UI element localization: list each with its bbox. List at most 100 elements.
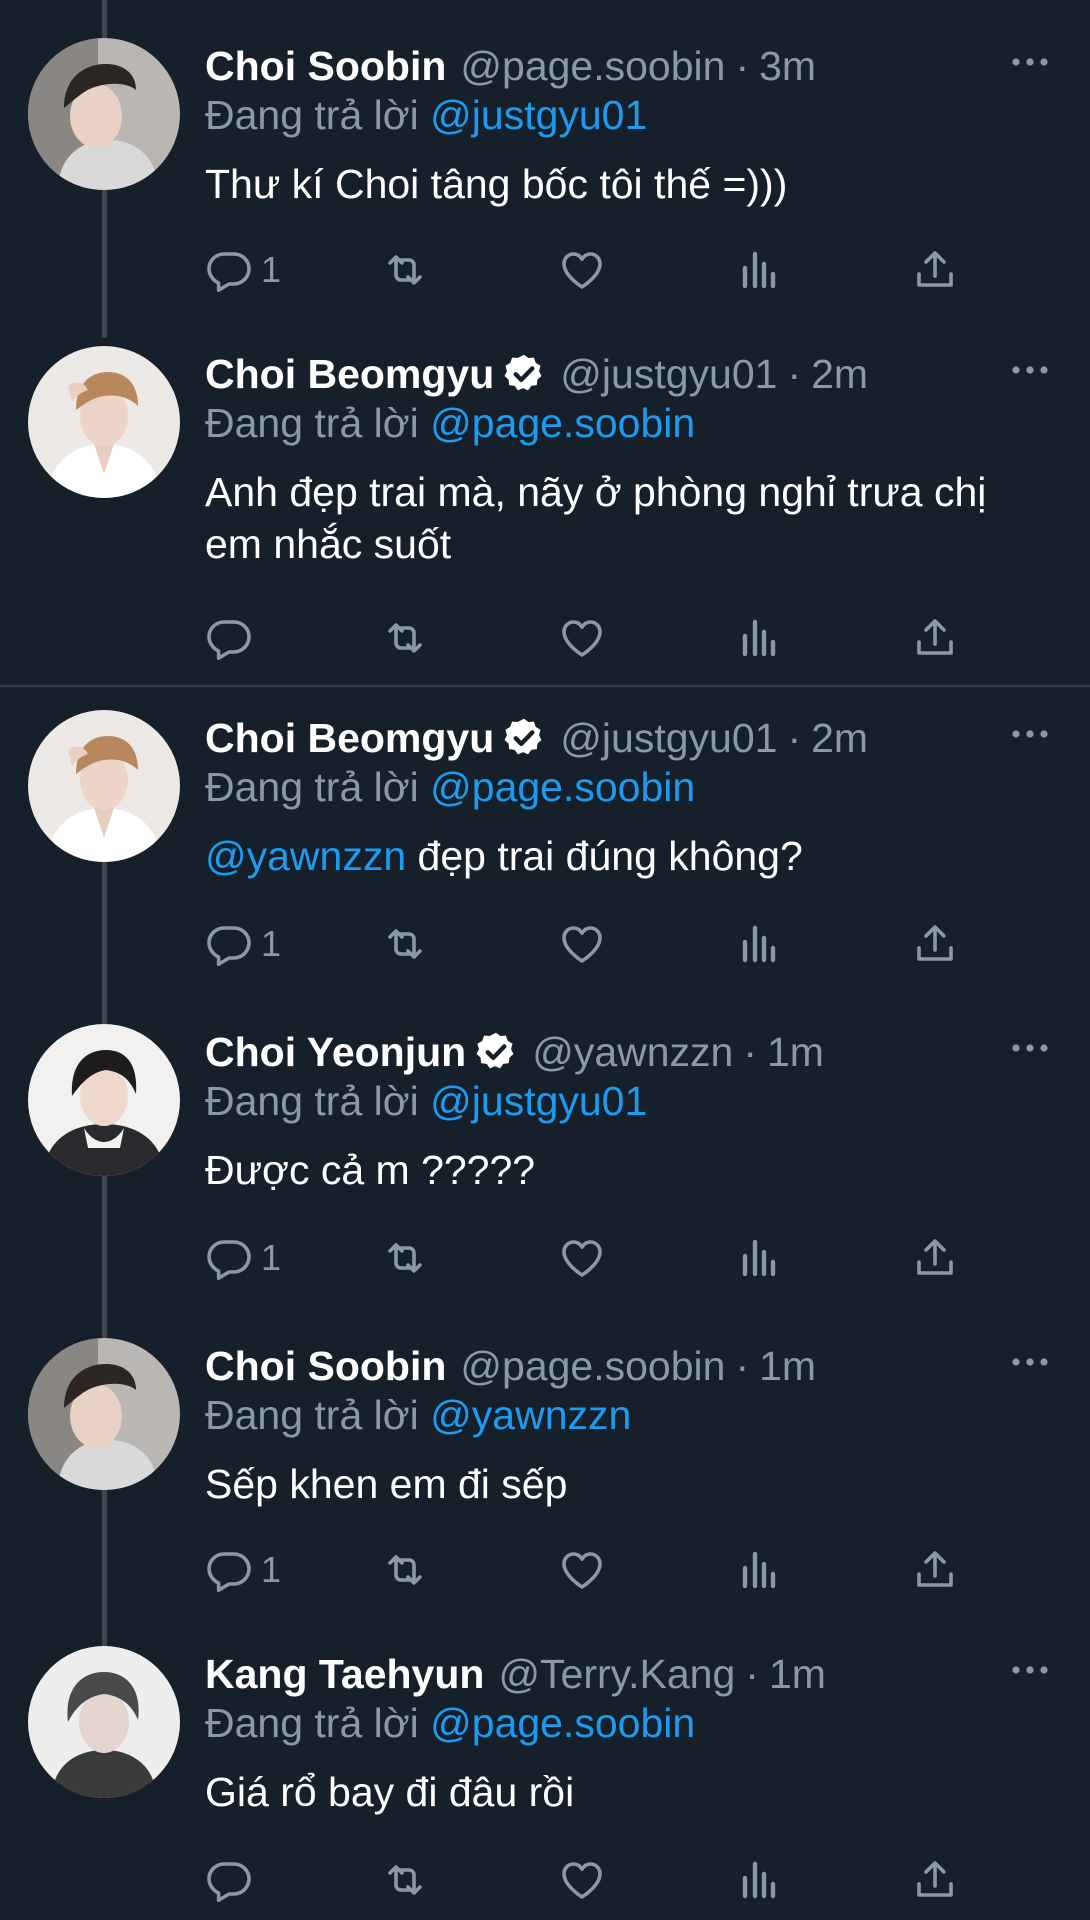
share-icon bbox=[911, 920, 959, 968]
user-handle[interactable]: @page.soobin bbox=[460, 43, 725, 90]
separator-dot: · bbox=[745, 1650, 759, 1697]
separator-dot: · bbox=[735, 1342, 750, 1389]
reply-count: 1 bbox=[261, 1237, 282, 1278]
views-button[interactable] bbox=[735, 1540, 783, 1600]
more-dots-icon[interactable] bbox=[1010, 1038, 1050, 1058]
tweet-header: Choi Beomgyu @justgyu01 · 2m bbox=[205, 710, 868, 766]
timestamp[interactable]: 1m bbox=[759, 1343, 816, 1390]
more-dots-icon[interactable] bbox=[1010, 1660, 1050, 1680]
reply-to-mention[interactable]: @yawnzzn bbox=[430, 1392, 631, 1438]
tweet[interactable]: Kang Taehyun @Terry.Kang · 1m Đang trả l… bbox=[0, 1646, 1090, 1920]
views-button[interactable] bbox=[735, 240, 783, 300]
timestamp[interactable]: 2m bbox=[811, 715, 868, 762]
analytics-icon bbox=[735, 1546, 783, 1594]
timestamp[interactable]: 3m bbox=[759, 43, 816, 90]
more-dots-icon[interactable] bbox=[1010, 724, 1050, 744]
verified-badge-icon bbox=[502, 352, 546, 396]
retweet-icon bbox=[381, 614, 429, 662]
display-name[interactable]: Choi Beomgyu bbox=[205, 351, 494, 398]
views-button[interactable] bbox=[735, 608, 783, 668]
reply-button[interactable]: 1 bbox=[205, 1228, 281, 1288]
reply-to-mention[interactable]: @page.soobin bbox=[430, 764, 695, 810]
reply-button[interactable]: 1 bbox=[205, 240, 281, 300]
reply-to-mention[interactable]: @page.soobin bbox=[430, 400, 695, 446]
replying-to: Đang trả lời @justgyu01 bbox=[205, 1078, 647, 1125]
conversation-divider bbox=[0, 685, 1090, 687]
reply-to-mention[interactable]: @page.soobin bbox=[430, 1700, 695, 1746]
reply-to-mention[interactable]: @justgyu01 bbox=[430, 92, 647, 138]
analytics-icon bbox=[735, 246, 783, 294]
tweet-text: Được cả m ????? bbox=[205, 1147, 536, 1193]
body-mention[interactable]: @yawnzzn bbox=[205, 833, 406, 879]
avatar[interactable] bbox=[28, 1646, 180, 1798]
display-name[interactable]: Choi Beomgyu bbox=[205, 715, 494, 762]
like-button[interactable] bbox=[558, 240, 606, 300]
tweet[interactable]: Choi Beomgyu @justgyu01 · 2m Đang trả lờ… bbox=[0, 346, 1090, 666]
reply-button[interactable]: 1 bbox=[205, 914, 281, 974]
like-button[interactable] bbox=[558, 608, 606, 668]
action-bar bbox=[205, 1850, 1065, 1910]
share-button[interactable] bbox=[911, 240, 959, 300]
display-name[interactable]: Choi Soobin bbox=[205, 1343, 446, 1390]
share-icon bbox=[911, 614, 959, 662]
views-button[interactable] bbox=[735, 914, 783, 974]
like-button[interactable] bbox=[558, 1850, 606, 1910]
share-button[interactable] bbox=[911, 1850, 959, 1910]
retweet-button[interactable] bbox=[381, 1540, 429, 1600]
tweet[interactable]: Choi Soobin @page.soobin · 3m Đang trả l… bbox=[0, 38, 1090, 308]
share-button[interactable] bbox=[911, 1540, 959, 1600]
avatar[interactable] bbox=[28, 1024, 180, 1176]
user-handle[interactable]: @yawnzzn bbox=[532, 1029, 733, 1076]
like-button[interactable] bbox=[558, 1228, 606, 1288]
user-handle[interactable]: @justgyu01 bbox=[560, 715, 777, 762]
display-name[interactable]: Kang Taehyun bbox=[205, 1651, 484, 1698]
heart-icon bbox=[558, 614, 606, 662]
reply-icon bbox=[205, 1546, 253, 1594]
more-dots-icon[interactable] bbox=[1010, 360, 1050, 380]
share-button[interactable] bbox=[911, 608, 959, 668]
retweet-button[interactable] bbox=[381, 1228, 429, 1288]
reply-button[interactable] bbox=[205, 608, 261, 668]
share-icon bbox=[911, 1546, 959, 1594]
views-button[interactable] bbox=[735, 1228, 783, 1288]
share-icon bbox=[911, 246, 959, 294]
retweet-button[interactable] bbox=[381, 1850, 429, 1910]
like-button[interactable] bbox=[558, 914, 606, 974]
like-button[interactable] bbox=[558, 1540, 606, 1600]
more-dots-icon[interactable] bbox=[1010, 52, 1050, 72]
tweet[interactable]: Choi Beomgyu @justgyu01 · 2m Đang trả lờ… bbox=[0, 710, 1090, 990]
reply-button[interactable] bbox=[205, 1850, 261, 1910]
separator-dot: · bbox=[735, 42, 750, 89]
user-handle[interactable]: @page.soobin bbox=[460, 1343, 725, 1390]
tweet[interactable]: Choi Yeonjun @yawnzzn · 1m Đang trả lời … bbox=[0, 1024, 1090, 1304]
share-icon bbox=[911, 1856, 959, 1904]
user-handle[interactable]: @Terry.Kang bbox=[498, 1651, 735, 1698]
retweet-button[interactable] bbox=[381, 914, 429, 974]
avatar[interactable] bbox=[28, 710, 180, 862]
share-button[interactable] bbox=[911, 1228, 959, 1288]
timestamp[interactable]: 1m bbox=[767, 1029, 824, 1076]
avatar[interactable] bbox=[28, 1338, 180, 1490]
user-handle[interactable]: @justgyu01 bbox=[560, 351, 777, 398]
replying-to-label: Đang trả lời bbox=[205, 764, 419, 810]
share-button[interactable] bbox=[911, 914, 959, 974]
heart-icon bbox=[558, 1234, 606, 1282]
display-name[interactable]: Choi Yeonjun bbox=[205, 1029, 466, 1076]
retweet-button[interactable] bbox=[381, 240, 429, 300]
retweet-icon bbox=[381, 1546, 429, 1594]
tweet[interactable]: Choi Soobin @page.soobin · 1m Đang trả l… bbox=[0, 1338, 1090, 1618]
more-dots-icon[interactable] bbox=[1010, 1352, 1050, 1372]
reply-button[interactable]: 1 bbox=[205, 1540, 281, 1600]
analytics-icon bbox=[735, 614, 783, 662]
timestamp[interactable]: 2m bbox=[811, 351, 868, 398]
replying-to-label: Đang trả lời bbox=[205, 400, 419, 446]
avatar[interactable] bbox=[28, 38, 180, 190]
retweet-button[interactable] bbox=[381, 608, 429, 668]
analytics-icon bbox=[735, 1234, 783, 1282]
timestamp[interactable]: 1m bbox=[769, 1651, 826, 1698]
display-name[interactable]: Choi Soobin bbox=[205, 43, 446, 90]
tweet-text: Giá rổ bay đi đâu rồi bbox=[205, 1769, 575, 1815]
views-button[interactable] bbox=[735, 1850, 783, 1910]
reply-to-mention[interactable]: @justgyu01 bbox=[430, 1078, 647, 1124]
avatar[interactable] bbox=[28, 346, 180, 498]
